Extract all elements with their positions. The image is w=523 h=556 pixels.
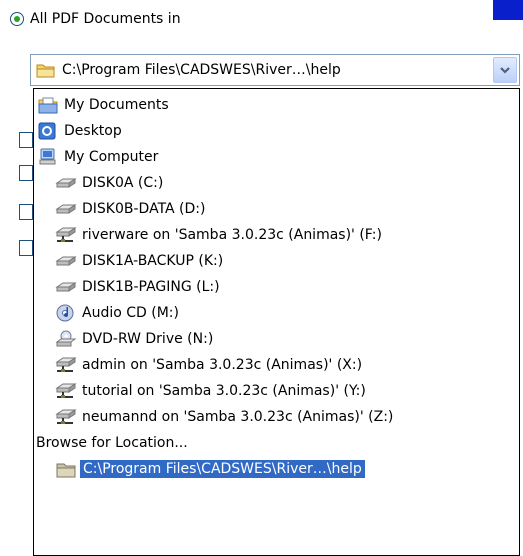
my-documents-icon	[37, 96, 59, 114]
audio-cd-icon	[55, 304, 77, 322]
location-combobox[interactable]: C:\Program Files\CADSWES\River…\help	[30, 54, 520, 86]
location-dropdown-list: My Documents Desktop My Computer DISK0A …	[33, 88, 520, 556]
item-label: admin on 'Samba 3.0.23c (Animas)' (X:)	[82, 357, 363, 373]
checkbox[interactable]	[19, 240, 33, 256]
item-label: Audio CD (M:)	[82, 305, 179, 321]
item-label: Desktop	[64, 123, 122, 139]
item-label: DISK1B-PAGING (L:)	[82, 279, 220, 295]
item-label: Browse for Location...	[36, 435, 188, 451]
folder-icon	[55, 460, 77, 478]
hard-drive-icon	[55, 174, 77, 192]
list-item-help-folder-selected[interactable]: C:\Program Files\CADSWES\River…\help	[34, 456, 523, 482]
list-item-drive-d[interactable]: DISK0B-DATA (D:)	[34, 196, 523, 222]
folder-icon	[36, 62, 56, 78]
dropdown-button[interactable]	[493, 57, 517, 83]
all-pdf-option[interactable]: All PDF Documents in	[10, 6, 181, 32]
list-item-drive-f[interactable]: riverware on 'Samba 3.0.23c (Animas)' (F…	[34, 222, 523, 248]
list-item-drive-l[interactable]: DISK1B-PAGING (L:)	[34, 274, 523, 300]
desktop-icon	[37, 122, 59, 140]
dvd-drive-icon	[55, 330, 77, 348]
list-item-drive-n[interactable]: DVD-RW Drive (N:)	[34, 326, 523, 352]
list-item-drive-k[interactable]: DISK1A-BACKUP (K:)	[34, 248, 523, 274]
list-item-drive-z[interactable]: neumannd on 'Samba 3.0.23c (Animas)' (Z:…	[34, 404, 523, 430]
item-label: C:\Program Files\CADSWES\River…\help	[80, 460, 365, 478]
checkbox[interactable]	[19, 132, 33, 148]
network-drive-icon	[55, 408, 77, 426]
item-label: DISK1A-BACKUP (K:)	[82, 253, 224, 269]
window-edge-decoration	[493, 0, 523, 20]
radio-button[interactable]	[10, 12, 24, 26]
item-label: riverware on 'Samba 3.0.23c (Animas)' (F…	[82, 227, 382, 243]
hard-drive-icon	[55, 278, 77, 296]
checkbox[interactable]	[19, 165, 33, 181]
list-item-my-computer[interactable]: My Computer	[34, 144, 522, 170]
radio-label: All PDF Documents in	[30, 11, 181, 27]
list-item-desktop[interactable]: Desktop	[34, 118, 522, 144]
item-label: My Computer	[64, 149, 159, 165]
checkbox[interactable]	[19, 204, 33, 220]
hard-drive-icon	[55, 252, 77, 270]
list-item-drive-y[interactable]: tutorial on 'Samba 3.0.23c (Animas)' (Y:…	[34, 378, 523, 404]
item-label: DVD-RW Drive (N:)	[82, 331, 214, 347]
chevron-down-icon	[500, 67, 510, 74]
list-item-my-documents[interactable]: My Documents	[34, 92, 522, 118]
hard-drive-icon	[55, 200, 77, 218]
combo-value: C:\Program Files\CADSWES\River…\help	[62, 62, 341, 78]
network-drive-icon	[55, 356, 77, 374]
item-label: tutorial on 'Samba 3.0.23c (Animas)' (Y:…	[82, 383, 366, 399]
browse-for-location[interactable]: Browse for Location...	[34, 430, 521, 456]
network-drive-icon	[55, 382, 77, 400]
item-label: neumannd on 'Samba 3.0.23c (Animas)' (Z:…	[82, 409, 394, 425]
item-label: DISK0B-DATA (D:)	[82, 201, 206, 217]
list-item-drive-x[interactable]: admin on 'Samba 3.0.23c (Animas)' (X:)	[34, 352, 523, 378]
network-drive-icon	[55, 226, 77, 244]
list-item-drive-m[interactable]: Audio CD (M:)	[34, 300, 523, 326]
item-label: My Documents	[64, 97, 169, 113]
list-item-drive-c[interactable]: DISK0A (C:)	[34, 170, 523, 196]
my-computer-icon	[37, 148, 59, 166]
item-label: DISK0A (C:)	[82, 175, 164, 191]
